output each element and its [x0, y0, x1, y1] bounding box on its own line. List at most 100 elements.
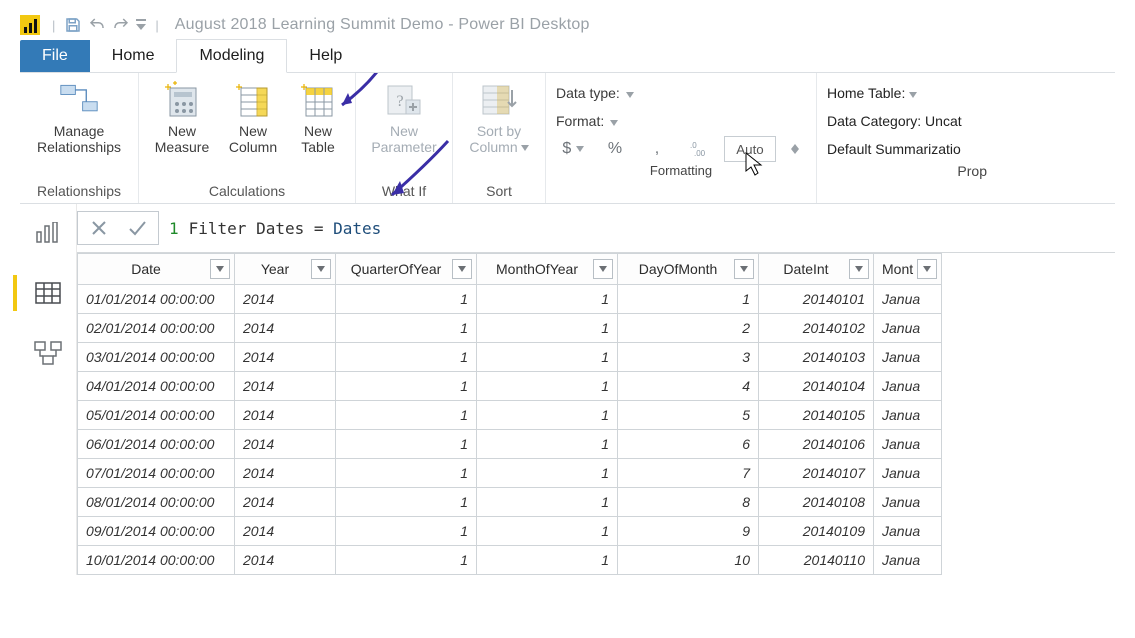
percent-button[interactable]: %: [598, 136, 632, 162]
cell[interactable]: Janua: [874, 372, 942, 401]
cell[interactable]: 1: [477, 517, 618, 546]
tab-home[interactable]: Home: [90, 40, 177, 72]
currency-button[interactable]: $: [556, 136, 590, 162]
cell[interactable]: 2014: [235, 314, 336, 343]
table-row[interactable]: 09/01/2014 00:00:00201411920140109Janua: [78, 517, 942, 546]
formula-input[interactable]: 1Filter Dates = Dates: [169, 219, 381, 238]
column-filter-year[interactable]: [311, 259, 331, 279]
cell[interactable]: 1: [336, 430, 477, 459]
table-row[interactable]: 05/01/2014 00:00:00201411520140105Janua: [78, 401, 942, 430]
new-measure-button[interactable]: New Measure: [145, 75, 219, 155]
column-header-year[interactable]: Year: [235, 254, 336, 285]
tab-modeling[interactable]: Modeling: [176, 39, 287, 73]
column-filter-dayofmonth[interactable]: [734, 259, 754, 279]
cancel-formula-icon[interactable]: [86, 215, 112, 241]
cell[interactable]: Janua: [874, 546, 942, 575]
cell[interactable]: 7: [618, 459, 759, 488]
undo-icon[interactable]: [85, 14, 109, 36]
redo-icon[interactable]: [109, 14, 133, 36]
cell[interactable]: 5: [618, 401, 759, 430]
column-filter-date[interactable]: [210, 259, 230, 279]
column-filter-dateint[interactable]: [849, 259, 869, 279]
cell[interactable]: 2014: [235, 285, 336, 314]
cell[interactable]: 1: [336, 372, 477, 401]
cell[interactable]: Janua: [874, 459, 942, 488]
cell[interactable]: 1: [477, 546, 618, 575]
cell[interactable]: 03/01/2014 00:00:00: [78, 343, 235, 372]
sort-by-column-button[interactable]: Sort by Column: [459, 75, 539, 155]
model-view-button[interactable]: [30, 338, 66, 368]
cell[interactable]: 09/01/2014 00:00:00: [78, 517, 235, 546]
cell[interactable]: 20140102: [759, 314, 874, 343]
table-row[interactable]: 06/01/2014 00:00:00201411620140106Janua: [78, 430, 942, 459]
cell[interactable]: 2014: [235, 546, 336, 575]
cell[interactable]: 1: [477, 314, 618, 343]
cell[interactable]: 06/01/2014 00:00:00: [78, 430, 235, 459]
column-filter-quarterofyear[interactable]: [452, 259, 472, 279]
cell[interactable]: 2014: [235, 343, 336, 372]
cell[interactable]: 2: [618, 314, 759, 343]
cell[interactable]: Janua: [874, 517, 942, 546]
cell[interactable]: 1: [336, 401, 477, 430]
data-type-dropdown[interactable]: [626, 85, 634, 101]
cell[interactable]: 20140101: [759, 285, 874, 314]
cell[interactable]: 10/01/2014 00:00:00: [78, 546, 235, 575]
cell[interactable]: 4: [618, 372, 759, 401]
cell[interactable]: 20140107: [759, 459, 874, 488]
cell[interactable]: 1: [477, 343, 618, 372]
column-filter-mont[interactable]: [917, 259, 937, 279]
cell[interactable]: 1: [336, 488, 477, 517]
cell[interactable]: 2014: [235, 459, 336, 488]
cell[interactable]: 20140106: [759, 430, 874, 459]
cell[interactable]: 1: [477, 285, 618, 314]
table-row[interactable]: 01/01/2014 00:00:00201411120140101Janua: [78, 285, 942, 314]
cell[interactable]: Janua: [874, 488, 942, 517]
cell[interactable]: Janua: [874, 285, 942, 314]
cell[interactable]: 20140105: [759, 401, 874, 430]
cell[interactable]: 1: [477, 401, 618, 430]
column-filter-monthofyear[interactable]: [593, 259, 613, 279]
cell[interactable]: Janua: [874, 314, 942, 343]
cell[interactable]: 10: [618, 546, 759, 575]
tab-file[interactable]: File: [20, 40, 90, 72]
column-header-date[interactable]: Date: [78, 254, 235, 285]
cell[interactable]: 07/01/2014 00:00:00: [78, 459, 235, 488]
commit-formula-icon[interactable]: [124, 215, 150, 241]
table-row[interactable]: 07/01/2014 00:00:00201411720140107Janua: [78, 459, 942, 488]
new-parameter-button[interactable]: ? New Parameter: [362, 75, 446, 155]
cell[interactable]: 1: [336, 459, 477, 488]
default-summarization-label[interactable]: Default Summarizatio: [827, 135, 987, 163]
column-header-quarterofyear[interactable]: QuarterOfYear: [336, 254, 477, 285]
data-category-label[interactable]: Data Category: Uncat: [827, 107, 987, 135]
cell[interactable]: 9: [618, 517, 759, 546]
data-view-button[interactable]: [30, 278, 66, 308]
cell[interactable]: 01/01/2014 00:00:00: [78, 285, 235, 314]
column-header-dayofmonth[interactable]: DayOfMonth: [618, 254, 759, 285]
decimals-input[interactable]: [724, 136, 776, 162]
cell[interactable]: 3: [618, 343, 759, 372]
cell[interactable]: 20140109: [759, 517, 874, 546]
cell[interactable]: 2014: [235, 488, 336, 517]
home-table-label[interactable]: Home Table:: [827, 85, 917, 101]
cell[interactable]: 20140110: [759, 546, 874, 575]
table-row[interactable]: 08/01/2014 00:00:00201411820140108Janua: [78, 488, 942, 517]
cell[interactable]: 1: [477, 459, 618, 488]
cell[interactable]: 1: [336, 517, 477, 546]
table-row[interactable]: 10/01/2014 00:00:002014111020140110Janua: [78, 546, 942, 575]
cell[interactable]: 1: [336, 343, 477, 372]
cell[interactable]: 1: [477, 430, 618, 459]
new-table-button[interactable]: New Table: [287, 75, 349, 155]
cell[interactable]: 6: [618, 430, 759, 459]
save-icon[interactable]: [61, 14, 85, 36]
cell[interactable]: 20140103: [759, 343, 874, 372]
cell[interactable]: 2014: [235, 430, 336, 459]
cell[interactable]: 1: [336, 546, 477, 575]
new-column-button[interactable]: New Column: [219, 75, 287, 155]
cell[interactable]: 20140104: [759, 372, 874, 401]
table-row[interactable]: 02/01/2014 00:00:00201411220140102Janua: [78, 314, 942, 343]
table-row[interactable]: 03/01/2014 00:00:00201411320140103Janua: [78, 343, 942, 372]
cell[interactable]: 2014: [235, 401, 336, 430]
report-view-button[interactable]: [30, 218, 66, 248]
cell[interactable]: 8: [618, 488, 759, 517]
cell[interactable]: Janua: [874, 343, 942, 372]
